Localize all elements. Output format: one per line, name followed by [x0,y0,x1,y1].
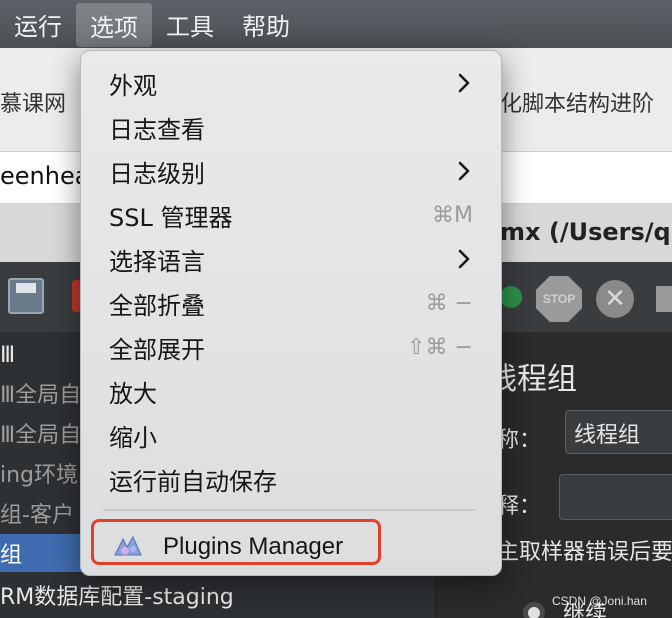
app-menubar: 运行 选项 工具 帮助 [0,0,672,48]
start-no-pause-icon[interactable] [500,286,522,308]
browser-tab-right[interactable]: 化脚本结构进阶 [500,86,654,118]
comment-input[interactable] [559,474,672,520]
sampler-error-label: 主取样器错误后要 [497,540,672,565]
menu-run[interactable]: 运行 [0,0,76,48]
stop-icon[interactable]: STOP [536,276,582,322]
tree-item[interactable]: ing环境 [0,454,78,492]
tree-item[interactable]: RM数据库配置-staging [0,576,234,614]
continue-radio[interactable] [523,602,545,618]
menu-item-appearance[interactable]: 外观 [81,61,501,105]
menu-item-auto-save[interactable]: 运行前自动保存 [81,457,501,501]
tree-item[interactable]: Ⅲ [0,336,15,374]
menu-item-ssl-manager[interactable]: SSL 管理器 ⌘M [81,193,501,237]
menu-item-log-level[interactable]: 日志级别 [81,149,501,193]
menu-item-choose-language[interactable]: 选择语言 [81,237,501,281]
highlight-annotation [91,519,381,565]
menu-item-label: 日志级别 [109,159,205,188]
name-input[interactable]: 线程组 [565,410,672,454]
browser-tab-left[interactable]: 慕课网 [0,86,66,118]
menu-item-shortcut: ⌘ − [425,290,473,316]
menu-help[interactable]: 帮助 [228,0,304,48]
menu-item-label: 缩小 [109,423,157,452]
watermark: CSDN @Joni.han [552,594,647,608]
menu-item-label: 选择语言 [109,247,205,276]
gear-icon[interactable] [656,286,672,312]
menu-item-label: 运行前自动保存 [109,467,277,496]
menu-item-zoom-in[interactable]: 放大 [81,369,501,413]
menu-item-label: 日志查看 [109,115,205,144]
menu-item-label: SSL 管理器 [109,203,233,232]
menu-separator [103,509,475,511]
shutdown-icon[interactable]: ✕ [596,280,634,318]
menu-item-shortcut: ⌘M [432,202,473,228]
menu-item-zoom-out[interactable]: 缩小 [81,413,501,457]
menu-item-label: 外观 [109,71,157,100]
menu-item-label: 放大 [109,379,157,408]
save-icon[interactable] [8,278,44,314]
url-text: eenhea [0,162,90,190]
chevron-right-icon [458,249,470,269]
window-title-text: mx (/Users/qin [500,218,672,246]
menu-item-collapse-all[interactable]: 全部折叠 ⌘ − [81,281,501,325]
menu-item-shortcut: ⇧⌘ − [407,334,473,360]
menu-options[interactable]: 选项 [76,3,152,47]
menu-item-label: 全部折叠 [109,291,205,320]
menu-tools[interactable]: 工具 [152,0,228,48]
tree-item[interactable]: 组-客户 [0,494,74,532]
options-dropdown-menu: 外观 日志查看 日志级别 SSL 管理器 ⌘M 选择语言 全部折叠 ⌘ − 全部… [80,50,502,576]
chevron-right-icon [458,73,470,93]
name-label: 称： [497,428,542,453]
menu-item-expand-all[interactable]: 全部展开 ⇧⌘ − [81,325,501,369]
menu-item-log-viewer[interactable]: 日志查看 [81,105,501,149]
comment-label: 释： [497,494,542,519]
menu-item-label: 全部展开 [109,335,205,364]
chevron-right-icon [458,161,470,181]
